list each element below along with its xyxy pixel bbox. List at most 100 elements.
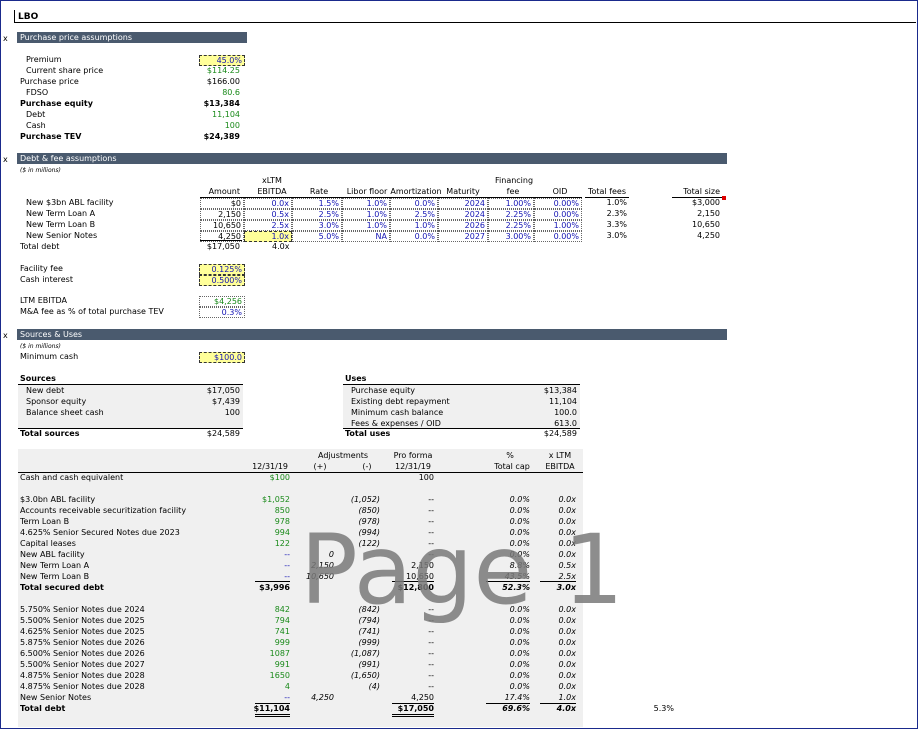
header-pct: % — [506, 451, 514, 460]
facility-fee-input[interactable]: 0.125% — [199, 264, 245, 275]
units-note: ($ in millions) — [20, 167, 61, 174]
header-plus: (+) — [313, 462, 327, 471]
cap-row-label: New Term Loan A — [20, 561, 90, 570]
debt-row-label: New Senior Notes — [26, 231, 98, 240]
use-row-label: Purchase equity — [351, 386, 416, 395]
header-xltm: xLTM — [262, 176, 282, 185]
debt-ebitda-input[interactable]: 0.5x — [244, 209, 292, 220]
debt-ebitda-input[interactable]: 0.0x — [244, 198, 292, 209]
premium-input[interactable]: 45.0% — [199, 55, 245, 66]
min-cash-label: Minimum cash — [20, 352, 79, 361]
debt-oid-input[interactable]: 0.00% — [534, 231, 582, 242]
cap-total-debt-label: Total debt — [20, 704, 66, 713]
debt-ebitda-input[interactable]: 1.0x — [244, 231, 292, 242]
header-maturity: Maturity — [446, 187, 480, 196]
cap-row-pro-forma: -- — [428, 660, 434, 669]
debt-fee-input[interactable]: 2.25% — [488, 209, 534, 220]
header-total-size: Total size — [683, 187, 720, 196]
purchase-row-value: 100 — [224, 121, 240, 130]
cap-row-minus: (741) — [358, 627, 380, 636]
purchase-row-value: $24,389 — [203, 132, 240, 141]
cap-row-label: 4.625% Senior Notes due 2025 — [20, 627, 145, 636]
debt-maturity-input[interactable]: 2027 — [438, 231, 488, 242]
cap-row-x: 0.0x — [558, 495, 576, 504]
debt-amount-cell[interactable]: 2,150 — [200, 209, 244, 220]
source-row-value: $17,050 — [206, 386, 240, 395]
cap-row-x: 1.0x — [558, 693, 576, 702]
header-financing: Financing — [495, 176, 534, 185]
cap-row-label: Accounts receivable securitization facil… — [20, 506, 187, 515]
cap-row-current: 991 — [274, 660, 290, 669]
cap-row-pro-forma: -- — [428, 682, 434, 691]
cap-row-pct: 0.0% — [509, 682, 530, 691]
debt-amort-input[interactable]: 0.0% — [390, 198, 438, 209]
debt-amort-input[interactable]: 0.0% — [390, 231, 438, 242]
cap-row-x: 0.0x — [558, 627, 576, 636]
debt-fee-input[interactable]: 1.00% — [488, 198, 534, 209]
total-uses-label: Total uses — [345, 429, 391, 438]
facility-fee-label: Facility fee — [20, 264, 63, 273]
header-amount: Amount — [208, 187, 240, 196]
cap-row-pct: 0.0% — [509, 627, 530, 636]
cap-row-pro-forma: 4,250 — [411, 693, 434, 702]
debt-oid-input[interactable]: 0.00% — [534, 209, 582, 220]
header-fee: fee — [506, 187, 520, 196]
debt-amount-cell[interactable]: 10,650 — [200, 220, 244, 231]
min-cash-input[interactable]: $100.0 — [199, 352, 245, 363]
x-marker: x — [3, 155, 8, 164]
debt-maturity-input[interactable]: 2024 — [438, 198, 488, 209]
page-watermark: Page 1 — [300, 514, 624, 626]
total-debt-label: Total debt — [20, 242, 60, 251]
cap-row-pct: 0.0% — [509, 495, 530, 504]
debt-total-size: $3,000 — [692, 198, 720, 207]
use-row-value: $13,384 — [543, 386, 577, 395]
cap-row-label: 5.500% Senior Notes due 2027 — [20, 660, 145, 669]
debt-fee-input[interactable]: 3.00% — [488, 231, 534, 242]
side-value: 5.3% — [653, 704, 674, 713]
title-underline — [14, 22, 916, 23]
cash-interest-input[interactable]: 0.500% — [199, 275, 245, 286]
cap-row-pro-forma: -- — [428, 495, 434, 504]
header-oid: OID — [552, 187, 568, 196]
header-pf-date: 12/31/19 — [395, 462, 431, 471]
source-row-label: Balance sheet cash — [26, 408, 104, 417]
cap-row-label: 5.500% Senior Notes due 2025 — [20, 616, 145, 625]
sources-rule — [18, 384, 243, 385]
total-debt-ebitda: 4.0x — [272, 242, 290, 251]
ma-fee-input[interactable]: 0.3% — [199, 307, 245, 318]
cap-row-current: 850 — [274, 506, 290, 515]
debt-rate-input[interactable]: 5.0% — [292, 231, 342, 242]
header-total-cap: Total cap — [494, 462, 530, 471]
debt-maturity-input[interactable]: 2024 — [438, 209, 488, 220]
cap-row-current: 122 — [274, 539, 290, 548]
debt-rate-input[interactable]: 1.5% — [292, 198, 342, 209]
debt-libor-input[interactable]: 1.0% — [342, 209, 390, 220]
debt-rate-input[interactable]: 2.5% — [292, 209, 342, 220]
debt-maturity-input[interactable]: 2026 — [438, 220, 488, 231]
debt-oid-input[interactable]: 1.00% — [534, 220, 582, 231]
cap-row-current: -- — [284, 550, 290, 559]
debt-amort-input[interactable]: 2.5% — [390, 209, 438, 220]
ltm-ebitda-value[interactable]: $4,256 — [199, 296, 245, 307]
debt-total-rule — [200, 240, 242, 241]
section-bar-sources-uses: Sources & Uses — [17, 329, 727, 340]
header-xltm: x LTM — [548, 451, 572, 460]
cap-row-current: 999 — [274, 638, 290, 647]
secured-total-rule — [255, 581, 290, 582]
debt-oid-input[interactable]: 0.00% — [534, 198, 582, 209]
debt-rate-input[interactable]: 3.0% — [292, 220, 342, 231]
use-row-label: Existing debt repayment — [351, 397, 450, 406]
debt-amount-cell[interactable]: $0 — [200, 198, 244, 209]
cap-row-current: 1087 — [269, 649, 290, 658]
header-date: 12/31/19 — [252, 462, 288, 471]
debt-libor-input[interactable]: 1.0% — [342, 198, 390, 209]
cap-row-label: Capital leases — [20, 539, 76, 548]
total-debt-double-rule — [255, 714, 290, 717]
cap-total-debt-pct: 69.6% — [502, 704, 530, 713]
debt-amort-input[interactable]: 1.0% — [390, 220, 438, 231]
debt-libor-input[interactable]: 1.0% — [342, 220, 390, 231]
debt-libor-input[interactable]: NA — [342, 231, 390, 242]
debt-fee-input[interactable]: 2.25% — [488, 220, 534, 231]
cap-row-current: 842 — [274, 605, 290, 614]
debt-ebitda-input[interactable]: 2.5x — [244, 220, 292, 231]
